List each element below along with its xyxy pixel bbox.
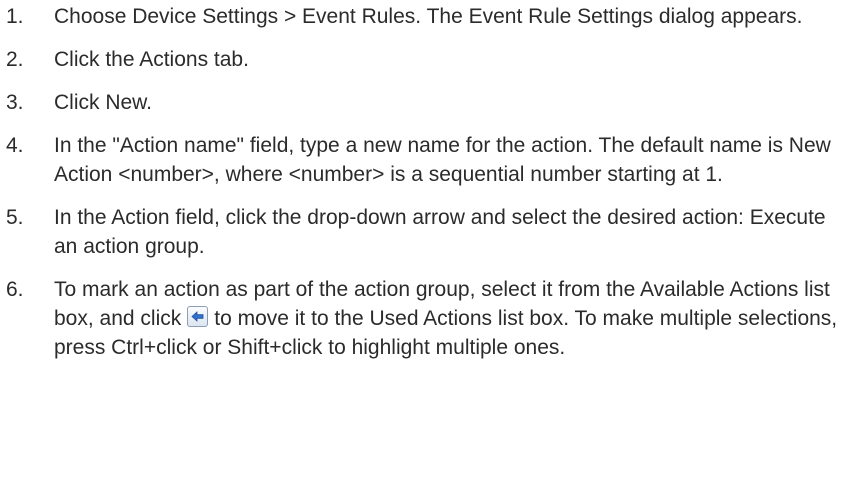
step-text: Click New.	[54, 91, 153, 114]
step-number: 2.	[6, 48, 24, 71]
instruction-steps: 1. Choose Device Settings > Event Rules.…	[0, 2, 855, 362]
step-number: 6.	[6, 278, 24, 301]
move-left-arrow-icon	[187, 306, 209, 327]
step-text: In the "Action name" field, type a new n…	[54, 134, 831, 186]
step-1: 1. Choose Device Settings > Event Rules.…	[0, 2, 844, 31]
step-5: 5. In the Action field, click the drop-d…	[0, 203, 844, 261]
step-6: 6. To mark an action as part of the acti…	[0, 275, 844, 362]
step-text: In the Action field, click the drop-down…	[54, 206, 826, 258]
step-number: 3.	[6, 91, 24, 114]
step-number: 5.	[6, 206, 24, 229]
step-2: 2. Click the Actions tab.	[0, 45, 844, 74]
step-text: Click the Actions tab.	[54, 48, 249, 71]
step-text: Choose Device Settings > Event Rules. Th…	[54, 5, 803, 28]
step-4: 4. In the "Action name" field, type a ne…	[0, 131, 844, 189]
step-number: 1.	[6, 5, 24, 28]
step-number: 4.	[6, 134, 24, 157]
step-3: 3. Click New.	[0, 88, 844, 117]
